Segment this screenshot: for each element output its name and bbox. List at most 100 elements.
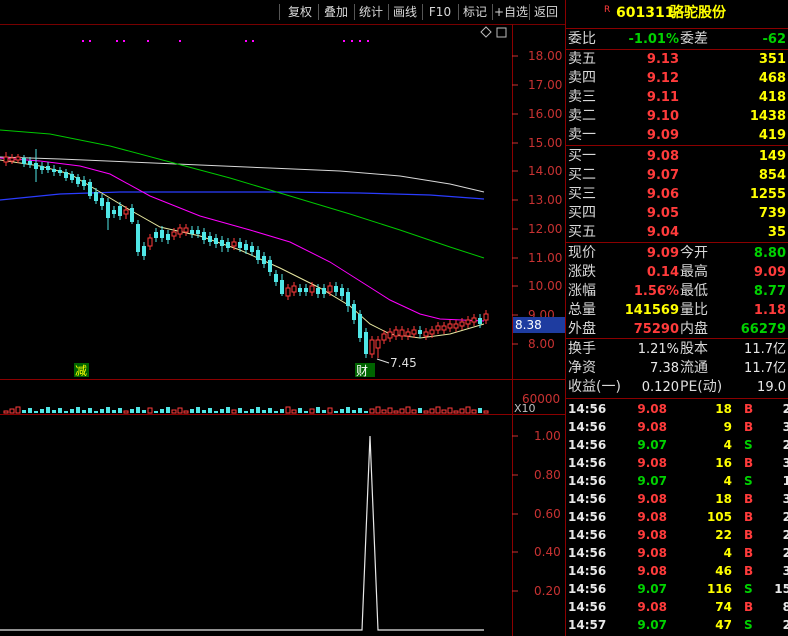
tick-price: 9.08 xyxy=(637,456,667,470)
tick-volume: 16 xyxy=(715,456,732,470)
sell-volume: 418 xyxy=(758,90,786,105)
panel-toggle-icon[interactable] xyxy=(496,27,507,38)
volume-bar xyxy=(280,409,284,413)
candle-body xyxy=(346,292,350,306)
stat-row: 涨幅 1.56% 最低 8.77 xyxy=(566,282,788,301)
buy-row[interactable]: 买五 9.04 35 xyxy=(566,223,788,242)
weicha-label: 委差 xyxy=(680,31,708,47)
volume-bar xyxy=(364,411,368,413)
tick-count: 2 xyxy=(782,546,788,560)
tick-price: 9.08 xyxy=(637,402,667,416)
price-tick: 11.00 xyxy=(528,251,562,265)
add-favorite-button[interactable]: +自选 xyxy=(493,2,529,22)
buy-row[interactable]: 买二 9.07 854 xyxy=(566,166,788,185)
sell-row[interactable]: 卖五 9.13 351 xyxy=(566,50,788,69)
divider xyxy=(566,145,788,146)
r-badge: R xyxy=(604,5,611,15)
fuquan-button[interactable]: 复权 xyxy=(283,2,317,22)
tick-row[interactable]: 14:56 9.07 4 S 1 xyxy=(566,472,788,490)
reduce-marker-label: 减 xyxy=(75,364,87,378)
candle-body xyxy=(387,331,393,339)
tick-row[interactable]: 14:56 9.07 116 S 15 xyxy=(566,580,788,598)
fundamental-value: 19.0 xyxy=(757,380,786,395)
candle-body xyxy=(256,250,260,260)
volume-bar xyxy=(478,408,482,413)
stat-value: 0.14 xyxy=(646,265,679,280)
candle-body xyxy=(183,227,189,233)
candle-body xyxy=(322,288,326,294)
tick-row[interactable]: 14:57 9.07 47 S 2 xyxy=(566,616,788,634)
tick-time: 14:56 xyxy=(568,492,607,506)
tick-row[interactable]: 14:56 9.07 4 S 2 xyxy=(566,436,788,454)
stat-value: 8.77 xyxy=(753,284,786,299)
tick-row[interactable]: 14:56 9.08 74 B 8 xyxy=(566,598,788,616)
candle-body xyxy=(3,156,9,163)
tick-side: B xyxy=(744,600,754,614)
tick-row[interactable]: 14:56 9.08 18 B 3 xyxy=(566,490,788,508)
tick-row[interactable]: 14:56 9.08 22 B 2 xyxy=(566,526,788,544)
buy-label: 买一 xyxy=(568,148,596,164)
fundamental-row: 收益(一) 0.120 PE(动) 19.0 xyxy=(566,378,788,397)
tick-row[interactable]: 14:56 9.08 46 B 3 xyxy=(566,562,788,580)
candle-body xyxy=(100,198,104,206)
stat-label: 今开 xyxy=(680,245,708,261)
overlay-button[interactable]: 叠加 xyxy=(319,2,353,22)
candle-body xyxy=(418,330,422,334)
stat-value: 141569 xyxy=(624,303,679,318)
tick-row[interactable]: 14:56 9.08 9 B 3 xyxy=(566,418,788,436)
tick-count: 3 xyxy=(782,420,788,434)
indicator-tick: 0.80 xyxy=(534,468,561,482)
volume-bar xyxy=(309,408,315,414)
tick-row[interactable]: 14:56 9.08 16 B 3 xyxy=(566,454,788,472)
sell-row[interactable]: 卖三 9.11 418 xyxy=(566,88,788,107)
buy-row[interactable]: 买一 9.08 149 xyxy=(566,147,788,166)
tick-side: B xyxy=(744,492,754,506)
candle-body xyxy=(136,224,140,252)
candle-body xyxy=(405,331,411,337)
kline-chart[interactable]: 18.00 17.00 16.00 15.00 14.00 13.00 12.0… xyxy=(0,24,565,636)
candle-body xyxy=(423,331,429,337)
candle-body xyxy=(304,288,308,292)
indicator-tick: 0.40 xyxy=(534,545,561,559)
fundamental-row: 换手 1.21% 股本 11.7亿 xyxy=(566,340,788,359)
candle-body xyxy=(238,242,242,248)
tick-price: 9.08 xyxy=(637,420,667,434)
volume-bar xyxy=(202,410,206,413)
indicator-tick: 1.00 xyxy=(534,429,561,443)
candle-body xyxy=(393,329,399,337)
diamond-icon[interactable] xyxy=(480,26,492,38)
volume-bar xyxy=(381,409,387,414)
tick-time: 14:56 xyxy=(568,474,607,488)
volume-bar xyxy=(123,410,129,414)
tick-row[interactable]: 14:56 9.08 4 B 2 xyxy=(566,544,788,562)
sell-row[interactable]: 卖二 9.10 1438 xyxy=(566,107,788,126)
tick-time: 14:56 xyxy=(568,546,607,560)
sell-row[interactable]: 卖一 9.09 419 xyxy=(566,126,788,145)
candlestick-series xyxy=(3,149,489,358)
buy-row[interactable]: 买四 9.05 739 xyxy=(566,204,788,223)
mark-button[interactable]: 标记 xyxy=(459,2,491,22)
tick-row[interactable]: 14:56 9.08 105 B 2 xyxy=(566,508,788,526)
back-button[interactable]: 返回 xyxy=(530,2,562,22)
volume-bar xyxy=(471,409,477,414)
tick-volume: 18 xyxy=(715,402,732,416)
candle-body xyxy=(471,317,477,323)
candle-body xyxy=(171,231,177,237)
price-tick: 8.00 xyxy=(528,337,555,351)
indicator-tick: 0.20 xyxy=(534,584,561,598)
volume-bar xyxy=(226,407,230,413)
price-tick: 13.00 xyxy=(528,193,562,207)
stat-label: 最高 xyxy=(680,264,708,280)
statistics-button[interactable]: 统计 xyxy=(355,2,387,22)
volume-bar xyxy=(171,409,177,414)
volume-bar xyxy=(70,409,74,413)
draw-line-button[interactable]: 画线 xyxy=(389,2,421,22)
f10-button[interactable]: F10 xyxy=(423,2,457,22)
tick-side: B xyxy=(744,402,754,416)
candle-body xyxy=(118,206,122,216)
tick-row[interactable]: 14:56 9.08 18 B 2 xyxy=(566,400,788,418)
tick-side: S xyxy=(744,438,753,452)
buy-row[interactable]: 买三 9.06 1255 xyxy=(566,185,788,204)
toolbar-separator xyxy=(279,4,280,20)
sell-row[interactable]: 卖四 9.12 468 xyxy=(566,69,788,88)
